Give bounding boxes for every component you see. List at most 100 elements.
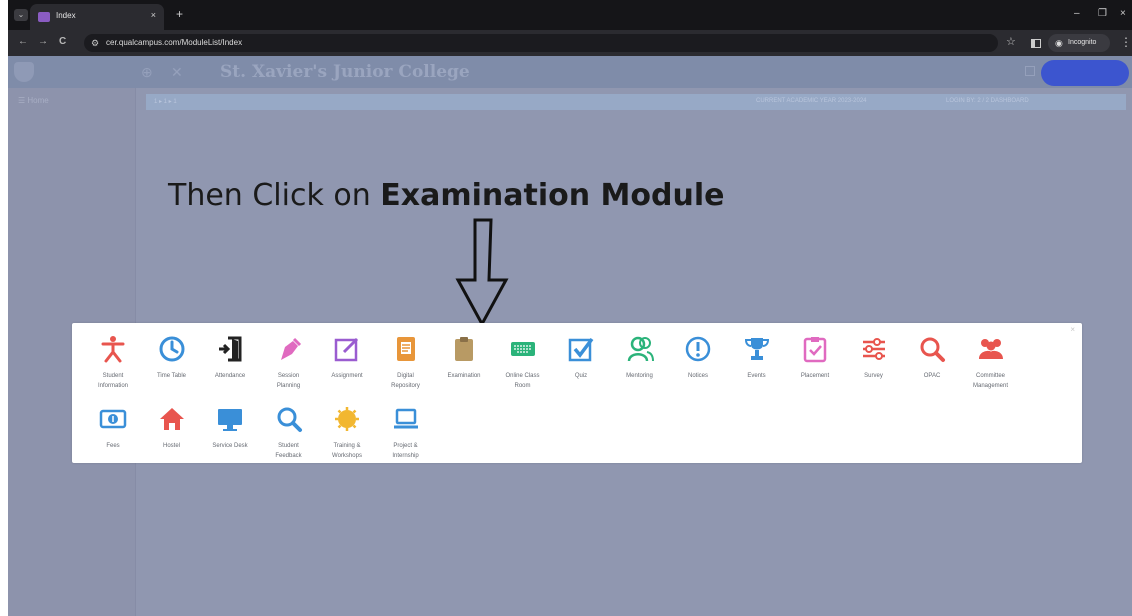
home-icon [158, 405, 186, 433]
attendance-door-icon [216, 335, 244, 363]
sun-badge-icon [333, 405, 361, 433]
user-profile-badge[interactable] [1041, 60, 1129, 86]
site-info-icon[interactable]: ⚙ [91, 37, 99, 49]
module-label: Project & Internship [392, 443, 419, 459]
tab-title: Index [56, 11, 76, 20]
module-label: Student Information [97, 373, 128, 389]
module-assignment[interactable]: Assignment [314, 323, 380, 385]
student-icon [99, 335, 127, 363]
academic-year-text: CURRENT ACADEMIC YEAR 2023-2024 [756, 98, 867, 104]
sliders-icon [860, 335, 888, 363]
module-label: Attendance [214, 373, 246, 379]
window-close-icon[interactable]: × [1120, 9, 1126, 19]
expand-icon[interactable]: ✕ [171, 64, 183, 80]
module-student-feedback[interactable]: Student Feedback [256, 393, 322, 459]
monitor-icon [216, 405, 244, 433]
forward-icon[interactable]: → [38, 36, 48, 48]
module-session-planning[interactable]: Session Planning [256, 323, 322, 389]
module-label: Placement [800, 373, 830, 379]
tab-search-icon[interactable]: ⌄ [14, 9, 28, 21]
trophy-icon [743, 335, 771, 363]
search-icon [275, 405, 303, 433]
pen-nib-icon [275, 335, 303, 363]
sidebar-item-home[interactable]: ☰ Home [18, 96, 49, 105]
module-examination[interactable]: Examination [431, 323, 497, 385]
clipboard-check-icon [801, 335, 829, 363]
app-header: ⊕ ✕ St. Xavier's Junior College [8, 56, 1132, 88]
keyboard-icon [509, 335, 537, 363]
checkbox-icon [567, 335, 595, 363]
magnifier-icon [918, 335, 946, 363]
module-online-class-room[interactable]: Online Class Room [490, 323, 556, 389]
module-service-desk[interactable]: Service Desk [197, 393, 263, 455]
module-label: Survey [864, 373, 883, 379]
panel-close-icon[interactable]: × [1070, 325, 1075, 335]
side-panel-icon[interactable] [1031, 39, 1041, 48]
favicon-icon [38, 12, 50, 22]
module-quiz[interactable]: Quiz [548, 323, 614, 385]
module-label: Student Feedback [275, 443, 302, 459]
module-label: Hostel [162, 443, 180, 449]
module-label: Assignment [331, 373, 363, 379]
instruction-text: Then Click on Examination Module [168, 178, 724, 213]
restore-icon[interactable]: ❐ [1098, 9, 1107, 19]
minimize-icon[interactable]: – [1074, 9, 1080, 19]
instruction-emphasis: Examination Module [380, 178, 725, 213]
browser-menu-icon[interactable]: ⋮ [1120, 35, 1132, 49]
module-digital-repository[interactable]: Digital Repository [373, 323, 439, 389]
module-label: Examination [447, 373, 481, 379]
screenshot: ⌄ Index × + – ❐ × ← → C ⚙ cer.qualcampus… [0, 0, 1132, 616]
alert-circle-icon [684, 335, 712, 363]
grid-icon[interactable] [1025, 66, 1035, 76]
url-text: cer.qualcampus.com/ModuleList/Index [106, 38, 243, 47]
hamburger-menu-icon[interactable]: ⊕ [141, 64, 153, 80]
incognito-badge[interactable]: ◉ Incognito [1048, 34, 1110, 52]
tab-close-icon[interactable]: × [151, 10, 156, 20]
browser-window: ⌄ Index × + – ❐ × ← → C ⚙ cer.qualcampus… [8, 0, 1132, 616]
module-student-information[interactable]: Student Information [80, 323, 146, 389]
module-mentoring[interactable]: Mentoring [607, 323, 673, 385]
module-events[interactable]: Events [724, 323, 790, 385]
module-attendance[interactable]: Attendance [197, 323, 263, 385]
browser-tab[interactable]: Index × [30, 4, 164, 30]
group-icon [977, 335, 1005, 363]
module-training-workshops[interactable]: Training & Workshops [314, 393, 380, 459]
module-survey[interactable]: Survey [841, 323, 907, 385]
instruction-prefix: Then Click on [168, 178, 381, 213]
module-project-internship[interactable]: Project & Internship [373, 393, 439, 459]
college-logo [14, 62, 34, 82]
incognito-label: Incognito [1068, 39, 1097, 46]
module-label: Notices [687, 373, 708, 379]
module-label: Time Table [156, 373, 186, 379]
money-icon [99, 405, 127, 433]
incognito-icon: ◉ [1055, 38, 1063, 48]
login-info-text: LOGIN BY: 2 / 2 DASHBOARD [946, 98, 1029, 104]
module-placement[interactable]: Placement [782, 323, 848, 385]
module-panel: × Student Information Time Table Attendanc… [72, 323, 1082, 463]
module-label: Session Planning [276, 373, 301, 389]
back-icon[interactable]: ← [18, 36, 28, 48]
module-time-table[interactable]: Time Table [139, 323, 205, 385]
module-label: Committee Management [972, 373, 1009, 389]
bookmark-star-icon[interactable]: ☆ [1006, 36, 1016, 48]
breadcrumb: 1 ▸ 1 ▸ 1 [154, 99, 177, 105]
module-fees[interactable]: Fees [80, 393, 146, 455]
clock-icon [158, 335, 186, 363]
module-committee-management[interactable]: Committee Management [958, 323, 1024, 389]
module-label: Training & Workshops [332, 443, 362, 459]
module-opac[interactable]: OPAC [899, 323, 965, 385]
module-label: Fees [106, 443, 120, 449]
module-label: Service Desk [212, 443, 248, 449]
reload-icon[interactable]: C [59, 36, 66, 48]
new-tab-icon[interactable]: + [176, 8, 183, 20]
laptop-icon [392, 405, 420, 433]
module-label: Digital Repository [391, 373, 420, 389]
module-label: Mentoring [626, 373, 653, 379]
url-field[interactable]: ⚙ cer.qualcampus.com/ModuleList/Index [84, 34, 998, 52]
module-label: OPAC [923, 373, 941, 379]
info-strip: 1 ▸ 1 ▸ 1 CURRENT ACADEMIC YEAR 2023-202… [146, 94, 1126, 110]
tab-bar: ⌄ Index × + – ❐ × [8, 0, 1132, 30]
module-notices[interactable]: Notices [665, 323, 731, 385]
document-icon [392, 335, 420, 363]
module-hostel[interactable]: Hostel [139, 393, 205, 455]
